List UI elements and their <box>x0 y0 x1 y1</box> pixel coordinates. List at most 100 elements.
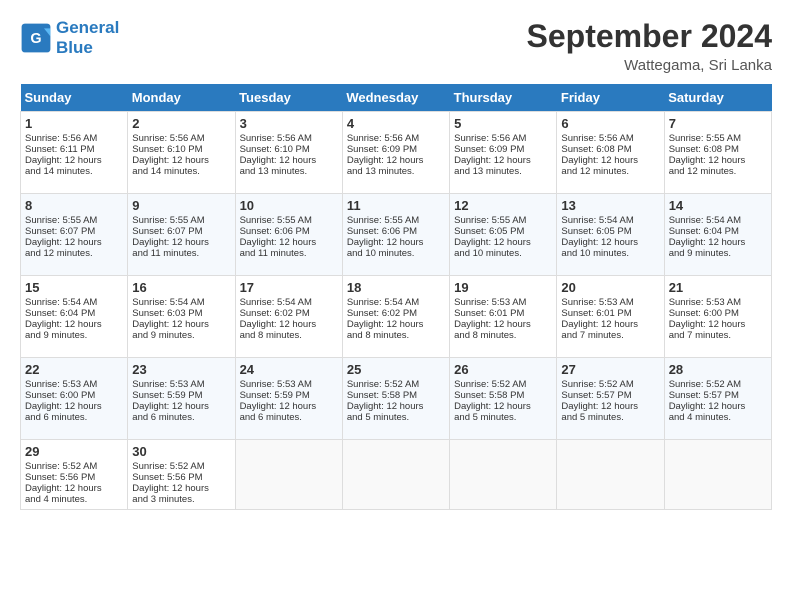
day-info: Sunrise: 5:56 AM <box>132 133 230 144</box>
day-number: 8 <box>25 198 123 213</box>
day-info: and 10 minutes. <box>454 248 552 259</box>
day-info: Sunrise: 5:55 AM <box>454 215 552 226</box>
day-info: Daylight: 12 hours <box>454 401 552 412</box>
day-info: Sunset: 6:10 PM <box>132 144 230 155</box>
svg-text:G: G <box>30 31 41 47</box>
calendar-cell: 4Sunrise: 5:56 AMSunset: 6:09 PMDaylight… <box>342 112 449 194</box>
calendar-cell <box>235 440 342 510</box>
calendar-cell <box>450 440 557 510</box>
day-info: Daylight: 12 hours <box>347 155 445 166</box>
day-number: 16 <box>132 280 230 295</box>
day-info: Sunset: 6:03 PM <box>132 308 230 319</box>
day-info: Sunset: 5:58 PM <box>454 390 552 401</box>
day-info: Sunrise: 5:52 AM <box>132 461 230 472</box>
day-info: Sunset: 6:11 PM <box>25 144 123 155</box>
day-info: Daylight: 12 hours <box>454 237 552 248</box>
day-number: 30 <box>132 444 230 459</box>
day-info: and 4 minutes. <box>25 494 123 505</box>
calendar-table: SundayMondayTuesdayWednesdayThursdayFrid… <box>20 84 772 510</box>
day-number: 17 <box>240 280 338 295</box>
day-info: and 11 minutes. <box>240 248 338 259</box>
month-title: September 2024 <box>527 18 772 55</box>
day-number: 21 <box>669 280 767 295</box>
calendar-cell: 19Sunrise: 5:53 AMSunset: 6:01 PMDayligh… <box>450 276 557 358</box>
calendar-cell <box>557 440 664 510</box>
day-info: Sunset: 6:04 PM <box>25 308 123 319</box>
day-info: and 11 minutes. <box>132 248 230 259</box>
day-info: Daylight: 12 hours <box>25 401 123 412</box>
day-info: and 9 minutes. <box>669 248 767 259</box>
day-info: and 4 minutes. <box>669 412 767 423</box>
col-header-sunday: Sunday <box>21 84 128 112</box>
day-info: Sunrise: 5:56 AM <box>454 133 552 144</box>
day-number: 1 <box>25 116 123 131</box>
calendar-cell: 8Sunrise: 5:55 AMSunset: 6:07 PMDaylight… <box>21 194 128 276</box>
day-info: and 14 minutes. <box>25 166 123 177</box>
day-info: Daylight: 12 hours <box>669 237 767 248</box>
calendar-cell: 17Sunrise: 5:54 AMSunset: 6:02 PMDayligh… <box>235 276 342 358</box>
day-number: 22 <box>25 362 123 377</box>
day-info: Daylight: 12 hours <box>25 237 123 248</box>
day-info: Daylight: 12 hours <box>240 155 338 166</box>
day-number: 9 <box>132 198 230 213</box>
calendar-cell: 20Sunrise: 5:53 AMSunset: 6:01 PMDayligh… <box>557 276 664 358</box>
day-info: Sunset: 6:08 PM <box>669 144 767 155</box>
day-info: Daylight: 12 hours <box>454 319 552 330</box>
col-header-thursday: Thursday <box>450 84 557 112</box>
day-info: Daylight: 12 hours <box>25 483 123 494</box>
calendar-cell: 16Sunrise: 5:54 AMSunset: 6:03 PMDayligh… <box>128 276 235 358</box>
calendar-cell: 13Sunrise: 5:54 AMSunset: 6:05 PMDayligh… <box>557 194 664 276</box>
calendar-cell: 24Sunrise: 5:53 AMSunset: 5:59 PMDayligh… <box>235 358 342 440</box>
day-info: Sunrise: 5:53 AM <box>25 379 123 390</box>
col-header-friday: Friday <box>557 84 664 112</box>
day-number: 14 <box>669 198 767 213</box>
calendar-cell: 1Sunrise: 5:56 AMSunset: 6:11 PMDaylight… <box>21 112 128 194</box>
day-info: Sunset: 6:05 PM <box>561 226 659 237</box>
day-info: Sunset: 6:07 PM <box>25 226 123 237</box>
day-info: Sunrise: 5:54 AM <box>240 297 338 308</box>
logo-icon: G <box>20 22 52 54</box>
day-info: and 13 minutes. <box>454 166 552 177</box>
calendar-cell: 14Sunrise: 5:54 AMSunset: 6:04 PMDayligh… <box>664 194 771 276</box>
day-info: and 6 minutes. <box>132 412 230 423</box>
day-info: Sunrise: 5:54 AM <box>347 297 445 308</box>
calendar-cell: 21 Sunrise: 5:53 AMSunset: 6:00 PMDayligh… <box>664 276 771 358</box>
day-info: and 12 minutes. <box>669 166 767 177</box>
day-info: Daylight: 12 hours <box>454 155 552 166</box>
day-info: and 8 minutes. <box>454 330 552 341</box>
day-info: Daylight: 12 hours <box>240 319 338 330</box>
calendar-cell: 25Sunrise: 5:52 AMSunset: 5:58 PMDayligh… <box>342 358 449 440</box>
day-info: Sunrise: 5:54 AM <box>561 215 659 226</box>
day-info: and 10 minutes. <box>561 248 659 259</box>
day-info: Sunset: 6:01 PM <box>454 308 552 319</box>
day-info: Daylight: 12 hours <box>669 319 767 330</box>
day-info: Sunrise: 5:56 AM <box>25 133 123 144</box>
header-row: SundayMondayTuesdayWednesdayThursdayFrid… <box>21 84 772 112</box>
calendar-cell: 11Sunrise: 5:55 AMSunset: 6:06 PMDayligh… <box>342 194 449 276</box>
day-info: Sunrise: 5:52 AM <box>347 379 445 390</box>
day-info: and 6 minutes. <box>25 412 123 423</box>
day-info: Daylight: 12 hours <box>347 237 445 248</box>
day-info: Sunset: 6:00 PM <box>669 308 767 319</box>
day-info: Daylight: 12 hours <box>132 237 230 248</box>
day-info: Sunset: 6:06 PM <box>347 226 445 237</box>
day-info: Daylight: 12 hours <box>132 483 230 494</box>
day-number: 23 <box>132 362 230 377</box>
day-number: 26 <box>454 362 552 377</box>
day-info: and 6 minutes. <box>240 412 338 423</box>
day-info: and 7 minutes. <box>669 330 767 341</box>
col-header-saturday: Saturday <box>664 84 771 112</box>
calendar-cell: 18Sunrise: 5:54 AMSunset: 6:02 PMDayligh… <box>342 276 449 358</box>
day-info: and 3 minutes. <box>132 494 230 505</box>
day-number: 11 <box>347 198 445 213</box>
day-info: and 9 minutes. <box>132 330 230 341</box>
day-number: 28 <box>669 362 767 377</box>
logo: G General Blue <box>20 18 119 59</box>
day-info: Sunrise: 5:52 AM <box>454 379 552 390</box>
day-info: Daylight: 12 hours <box>669 401 767 412</box>
day-info: and 8 minutes. <box>240 330 338 341</box>
day-info: Sunrise: 5:53 AM <box>669 297 767 308</box>
day-info: Sunset: 6:01 PM <box>561 308 659 319</box>
day-number: 12 <box>454 198 552 213</box>
day-number: 27 <box>561 362 659 377</box>
